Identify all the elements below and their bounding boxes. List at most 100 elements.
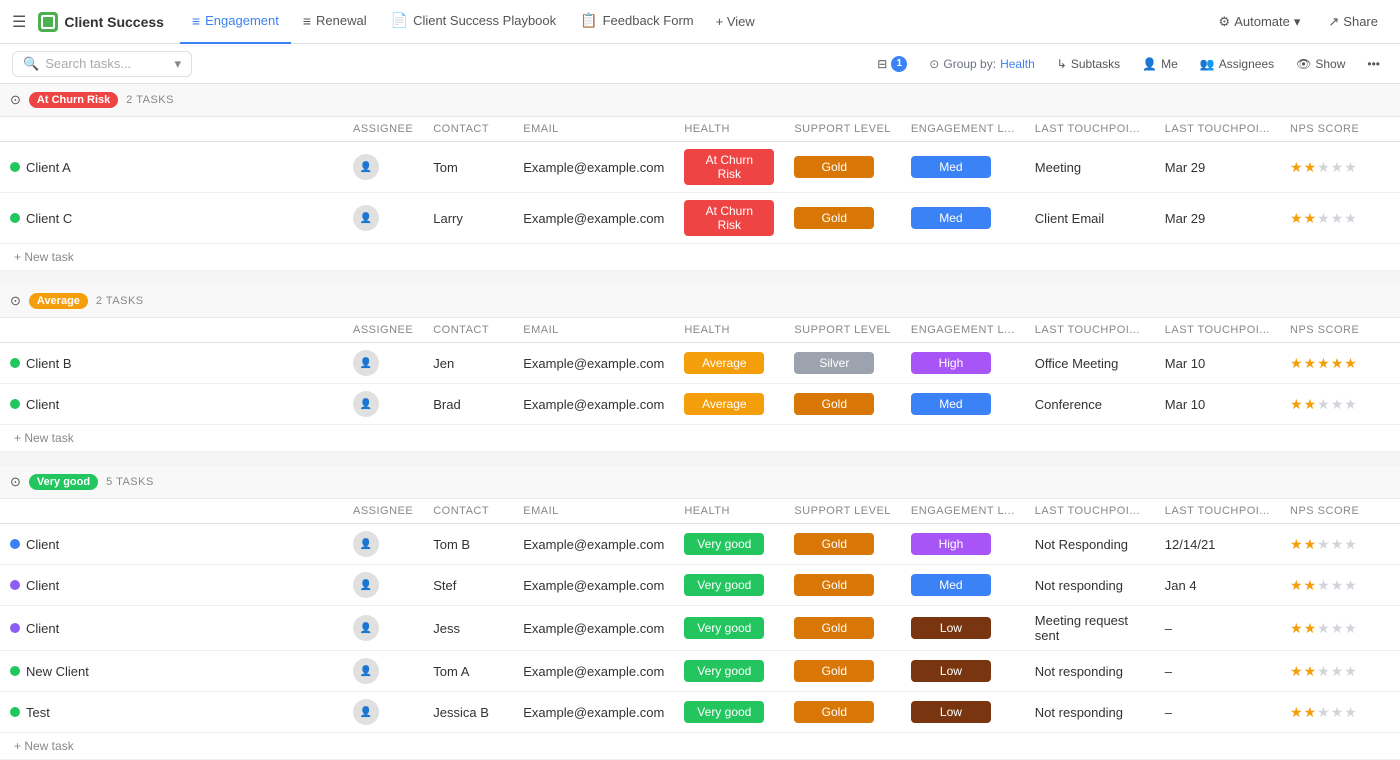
playbook-icon: 📄 bbox=[391, 12, 408, 29]
health-badge: Very good bbox=[684, 701, 764, 723]
col-header-health: HEALTH bbox=[674, 117, 784, 142]
engage-cell: Med bbox=[901, 193, 1025, 244]
avatar: 👤 bbox=[353, 205, 379, 231]
health-cell: At Churn Risk bbox=[674, 142, 784, 193]
avatar: 👤 bbox=[353, 572, 379, 598]
support-badge: Gold bbox=[794, 207, 874, 229]
hamburger-icon[interactable]: ☰ bbox=[12, 12, 26, 32]
chevron-churn[interactable]: ⊙ bbox=[10, 92, 21, 108]
engage-badge: Low bbox=[911, 660, 991, 682]
nps-stars: ★ ★ ★ ★ ★ bbox=[1290, 159, 1390, 176]
health-cell: Average bbox=[674, 343, 784, 384]
health-badge: Very good bbox=[684, 533, 764, 555]
assignees-button[interactable]: 👥 Assignees bbox=[1192, 53, 1282, 75]
task-name-cell[interactable]: Client bbox=[0, 384, 343, 425]
new-task-row-average[interactable]: + New task bbox=[0, 425, 1400, 452]
task-dot bbox=[10, 580, 20, 590]
table-row: Client 👤 Stef Example@example.com Very g… bbox=[0, 565, 1400, 606]
group-by-button[interactable]: ⊙ Group by: Health bbox=[921, 53, 1042, 75]
show-button[interactable]: 👁 Show bbox=[1288, 53, 1353, 75]
support-cell: Silver bbox=[784, 343, 901, 384]
search-box[interactable]: 🔍 Search tasks... ▾ bbox=[12, 51, 192, 77]
touch2-cell: Mar 29 bbox=[1155, 193, 1280, 244]
col-header-touch1: LAST TOUCHPOI... bbox=[1025, 117, 1155, 142]
health-badge: Very good bbox=[684, 617, 764, 639]
count-verygood: 5 TASKS bbox=[106, 476, 154, 488]
engage-badge: Low bbox=[911, 617, 991, 639]
people-icon: 👥 bbox=[1200, 57, 1215, 71]
main-table: ⊙ At Churn Risk 2 TASKS ASSIGNEE CONTACT… bbox=[0, 84, 1400, 760]
health-cell: Average bbox=[674, 384, 784, 425]
nps-stars: ★★★★★ bbox=[1290, 620, 1390, 637]
avatar: 👤 bbox=[353, 391, 379, 417]
new-task-row-verygood[interactable]: + New task bbox=[0, 733, 1400, 760]
me-button[interactable]: 👤 Me bbox=[1134, 53, 1186, 75]
col-header-nps: NPS SCORE bbox=[1280, 117, 1400, 142]
filter-count: 1 bbox=[891, 56, 907, 72]
share-button[interactable]: ↗ Share bbox=[1318, 10, 1388, 34]
engagement-icon: ≡ bbox=[192, 13, 200, 29]
col-header-assignee: ASSIGNEE bbox=[343, 117, 423, 142]
tab-playbook[interactable]: 📄 Client Success Playbook bbox=[379, 0, 569, 44]
task-dot bbox=[10, 162, 20, 172]
automate-button[interactable]: ⚙ Automate ▾ bbox=[1209, 10, 1311, 34]
column-headers-average: ASSIGNEE CONTACT EMAIL HEALTH SUPPORT LE… bbox=[0, 318, 1400, 343]
task-name-cell[interactable]: Client A bbox=[0, 142, 343, 193]
subtasks-icon: ↳ bbox=[1057, 57, 1067, 71]
person-icon: 👤 bbox=[1142, 57, 1157, 71]
nps-stars: ★ ★ ★ ★ ★ bbox=[1290, 355, 1390, 372]
tab-engagement[interactable]: ≡ Engagement bbox=[180, 0, 291, 44]
table-row: Test 👤 Jessica B Example@example.com Ver… bbox=[0, 692, 1400, 733]
col-header-touch2: LAST TOUCHPOI... bbox=[1155, 117, 1280, 142]
chevron-verygood[interactable]: ⊙ bbox=[10, 474, 21, 490]
col-header-name bbox=[0, 499, 343, 524]
health-badge: Very good bbox=[684, 574, 764, 596]
support-badge: Gold bbox=[794, 701, 874, 723]
task-name-cell[interactable]: Client C bbox=[0, 193, 343, 244]
engage-badge: Med bbox=[911, 207, 991, 229]
add-view-button[interactable]: + View bbox=[706, 0, 765, 44]
new-task-row-churn[interactable]: + New task bbox=[0, 244, 1400, 271]
task-dot bbox=[10, 707, 20, 717]
assignee-cell: 👤 bbox=[343, 193, 423, 244]
col-header-email: EMAIL bbox=[513, 117, 674, 142]
col-header-support: SUPPORT LEVEL bbox=[784, 117, 901, 142]
subtasks-button[interactable]: ↳ Subtasks bbox=[1049, 53, 1128, 75]
badge-average: Average bbox=[29, 293, 88, 309]
engage-badge: Med bbox=[911, 156, 991, 178]
renewal-icon: ≡ bbox=[303, 13, 311, 29]
col-header-engage: ENGAGEMENT L... bbox=[901, 117, 1025, 142]
support-cell: Gold bbox=[784, 142, 901, 193]
tab-feedback[interactable]: 📋 Feedback Form bbox=[568, 0, 705, 44]
health-badge: Very good bbox=[684, 660, 764, 682]
nps-cell: ★ ★ ★ ★ ★ bbox=[1280, 343, 1400, 384]
filter-button[interactable]: ⊟ 1 bbox=[869, 52, 915, 76]
logo-icon bbox=[38, 12, 58, 32]
column-headers-verygood: ASSIGNEE CONTACT EMAIL HEALTH SUPPORT LE… bbox=[0, 499, 1400, 524]
task-name-cell[interactable]: Client bbox=[0, 565, 343, 606]
task-name-cell[interactable]: Test bbox=[0, 692, 343, 733]
avatar: 👤 bbox=[353, 531, 379, 557]
engage-cell: Med bbox=[901, 384, 1025, 425]
chevron-down-icon: ▾ bbox=[1294, 14, 1301, 30]
table-row: Client 👤 Brad Example@example.com Averag… bbox=[0, 384, 1400, 425]
filter-icon: ⊟ bbox=[877, 57, 887, 71]
task-name-cell[interactable]: Client bbox=[0, 606, 343, 651]
health-badge: Average bbox=[684, 393, 764, 415]
task-dot bbox=[10, 623, 20, 633]
avatar: 👤 bbox=[353, 154, 379, 180]
task-name-cell[interactable]: Client bbox=[0, 524, 343, 565]
tab-renewal[interactable]: ≡ Renewal bbox=[291, 0, 379, 44]
touch1-cell: Meeting bbox=[1025, 142, 1155, 193]
table-row: Client B 👤 Jen Example@example.com Avera… bbox=[0, 343, 1400, 384]
chevron-down-icon: ▾ bbox=[174, 56, 181, 72]
task-name-cell[interactable]: New Client bbox=[0, 651, 343, 692]
task-name-cell[interactable]: Client B bbox=[0, 343, 343, 384]
more-button[interactable]: ••• bbox=[1359, 53, 1388, 75]
contact-cell: Larry bbox=[423, 193, 513, 244]
app-logo[interactable]: Client Success bbox=[38, 12, 164, 32]
chevron-average[interactable]: ⊙ bbox=[10, 293, 21, 309]
group-icon: ⊙ bbox=[929, 57, 939, 71]
task-dot bbox=[10, 539, 20, 549]
nps-stars: ★★★★★ bbox=[1290, 663, 1390, 680]
